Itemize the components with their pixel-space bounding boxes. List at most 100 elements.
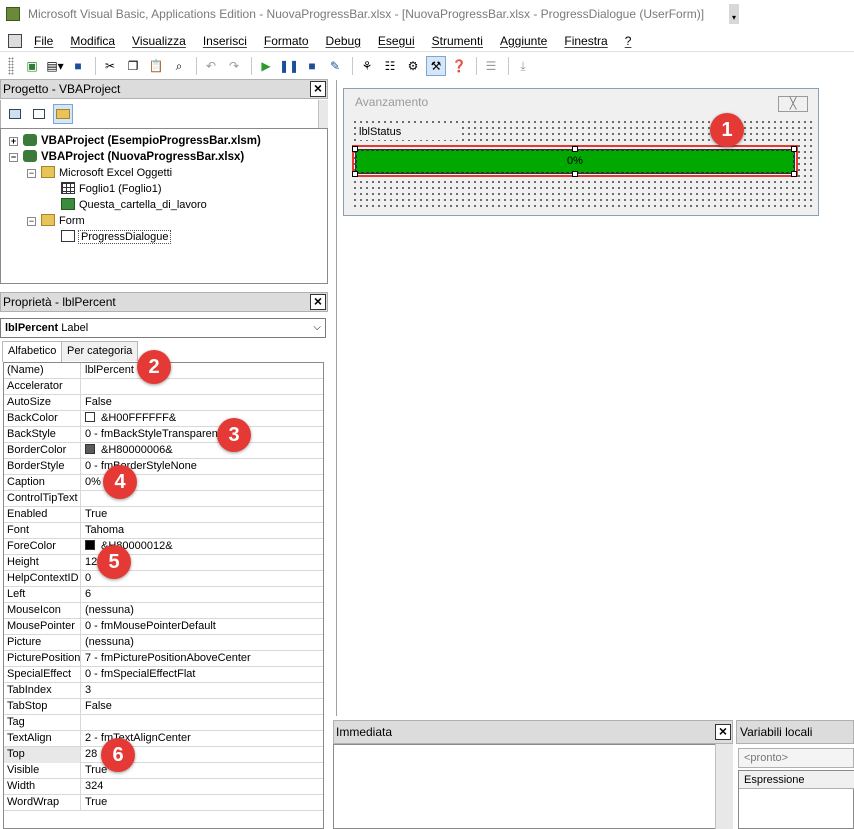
userform-close-icon[interactable]: ╳ xyxy=(778,96,808,112)
close-icon[interactable]: × xyxy=(310,81,326,97)
menu-file[interactable]: File xyxy=(34,34,53,48)
property-value[interactable]: 3 xyxy=(83,683,323,699)
close-icon[interactable]: × xyxy=(715,724,731,740)
property-row[interactable]: Visible True xyxy=(4,763,323,779)
property-row[interactable]: Tag xyxy=(4,715,323,731)
property-row[interactable]: HelpContextID 0 xyxy=(4,571,323,587)
property-value[interactable]: lblPercent xyxy=(83,363,323,379)
tree-item-progressdialogue[interactable]: ProgressDialogue xyxy=(61,229,172,245)
toolbox-icon[interactable]: ⚒ xyxy=(426,56,446,76)
tab-alfabetico[interactable]: Alfabetico xyxy=(2,341,63,362)
toolbar-grip[interactable] xyxy=(8,57,14,75)
tree-item-workbook[interactable]: Questa_cartella_di_lavoro xyxy=(61,197,207,213)
stop-icon[interactable]: ■ xyxy=(302,56,322,76)
tree-item-project1[interactable]: + VBAProject (EsempioProgressBar.xlsm) xyxy=(9,133,261,149)
immediate-scrollbar[interactable] xyxy=(715,744,733,829)
property-row[interactable]: Picture (nessuna) xyxy=(4,635,323,651)
find-icon[interactable]: ⌕ xyxy=(169,56,189,76)
property-row[interactable]: BackStyle 0 - fmBackStyleTransparent xyxy=(4,427,323,443)
property-value[interactable]: 0 - fmMousePointerDefault xyxy=(83,619,323,635)
property-value[interactable] xyxy=(83,379,323,395)
indent-icon[interactable]: ☰ xyxy=(481,56,501,76)
property-value[interactable]: True xyxy=(83,795,323,811)
paste-icon[interactable]: 📋 xyxy=(146,56,166,76)
help-icon[interactable]: ❓ xyxy=(449,56,469,76)
property-row[interactable]: Left 6 xyxy=(4,587,323,603)
redo-icon[interactable]: ↷ xyxy=(224,56,244,76)
property-value-color[interactable]: &H00FFFFFF& xyxy=(83,411,323,427)
property-row[interactable]: Height 12 xyxy=(4,555,323,571)
immediate-window[interactable] xyxy=(333,744,733,829)
tree-item-excel-objects[interactable]: − Microsoft Excel Oggetti xyxy=(27,165,172,181)
property-value[interactable]: 0 - fmBackStyleTransparent xyxy=(83,427,323,443)
property-row[interactable]: ControlTipText xyxy=(4,491,323,507)
locals-column-header[interactable]: Espressione xyxy=(739,771,854,789)
property-value[interactable]: 324 xyxy=(83,779,323,795)
insert-userform-icon[interactable]: ▤▾ xyxy=(45,56,65,76)
property-row[interactable]: TextAlign 2 - fmTextAlignCenter xyxy=(4,731,323,747)
property-row[interactable]: MouseIcon (nessuna) xyxy=(4,603,323,619)
property-row[interactable]: Font Tahoma xyxy=(4,523,323,539)
menu-formato[interactable]: Formato xyxy=(264,34,309,48)
menu-inserisci[interactable]: Inserisci xyxy=(203,34,247,48)
close-icon[interactable]: × xyxy=(310,294,326,310)
tab-per-categoria[interactable]: Per categoria xyxy=(61,341,139,361)
menu-esegui[interactable]: Esegui xyxy=(378,34,415,48)
property-row[interactable]: BackColor &H00FFFFFF& xyxy=(4,411,323,427)
object-browser-icon[interactable]: ⚙ xyxy=(403,56,423,76)
collapse-icon[interactable]: − xyxy=(9,153,18,162)
property-row[interactable]: TabStop False xyxy=(4,699,323,715)
resize-handle[interactable] xyxy=(791,171,797,177)
window-menu-icon[interactable] xyxy=(8,33,22,48)
properties-window-icon[interactable]: ☷ xyxy=(380,56,400,76)
property-value[interactable]: 6 xyxy=(83,587,323,603)
property-value[interactable]: Tahoma xyxy=(83,523,323,539)
tree-item-project2[interactable]: − VBAProject (NuovaProgressBar.xlsx) xyxy=(9,149,244,165)
property-value[interactable]: 0 - fmSpecialEffectFlat xyxy=(83,667,323,683)
pause-icon[interactable]: ❚❚ xyxy=(279,56,299,76)
property-row[interactable]: Enabled True xyxy=(4,507,323,523)
resize-handle[interactable] xyxy=(791,146,797,152)
run-icon[interactable]: ▶ xyxy=(256,56,276,76)
property-value[interactable]: True xyxy=(83,507,323,523)
menu-finestra[interactable]: Finestra xyxy=(564,34,607,48)
menu-debug[interactable]: Debug xyxy=(326,34,361,48)
resize-handle[interactable] xyxy=(572,146,578,152)
property-row[interactable]: Top 28 xyxy=(4,747,323,763)
label-status[interactable]: lblStatus xyxy=(358,124,462,140)
resize-handle[interactable] xyxy=(572,171,578,177)
menu-help[interactable]: ? xyxy=(625,34,632,48)
property-value-color[interactable]: &H80000006& xyxy=(83,443,323,459)
property-row[interactable]: TabIndex 3 xyxy=(4,683,323,699)
object-selector[interactable]: lblPercent Label ⌵ xyxy=(0,318,326,338)
line-col-icon[interactable]: ⤓ xyxy=(513,56,533,76)
view-object-icon[interactable] xyxy=(29,104,49,124)
project-explorer-icon[interactable]: ⚘ xyxy=(357,56,377,76)
property-value[interactable] xyxy=(83,715,323,731)
toggle-folders-icon[interactable] xyxy=(53,104,73,124)
resize-handle[interactable] xyxy=(352,146,358,152)
cut-icon[interactable]: ✂ xyxy=(100,56,120,76)
property-row[interactable]: MousePointer 0 - fmMousePointerDefault xyxy=(4,619,323,635)
collapse-icon[interactable]: − xyxy=(27,169,36,178)
menu-strumenti[interactable]: Strumenti xyxy=(432,34,483,48)
property-row[interactable]: SpecialEffect 0 - fmSpecialEffectFlat xyxy=(4,667,323,683)
save-icon[interactable]: ■ xyxy=(68,56,88,76)
expand-icon[interactable]: + xyxy=(9,137,18,146)
project-scrollbar[interactable] xyxy=(318,100,328,128)
menu-modifica[interactable]: Modifica xyxy=(70,34,115,48)
resize-handle[interactable] xyxy=(352,171,358,177)
tree-item-sheet1[interactable]: Foglio1 (Foglio1) xyxy=(61,181,162,197)
property-value[interactable]: False xyxy=(83,395,323,411)
chevron-down-icon[interactable]: ⌵ xyxy=(313,319,321,337)
property-value[interactable]: 7 - fmPicturePositionAboveCenter xyxy=(83,651,323,667)
property-value[interactable]: (nessuna) xyxy=(83,603,323,619)
view-code-icon[interactable] xyxy=(5,104,25,124)
copy-icon[interactable]: ❐ xyxy=(123,56,143,76)
undo-icon[interactable]: ↶ xyxy=(201,56,221,76)
tree-item-forms[interactable]: − Form xyxy=(27,213,85,229)
property-row[interactable]: Caption 0% xyxy=(4,475,323,491)
property-value[interactable]: False xyxy=(83,699,323,715)
locals-grid[interactable]: Espressione xyxy=(738,770,854,829)
view-excel-icon[interactable]: ▣ xyxy=(22,56,42,76)
